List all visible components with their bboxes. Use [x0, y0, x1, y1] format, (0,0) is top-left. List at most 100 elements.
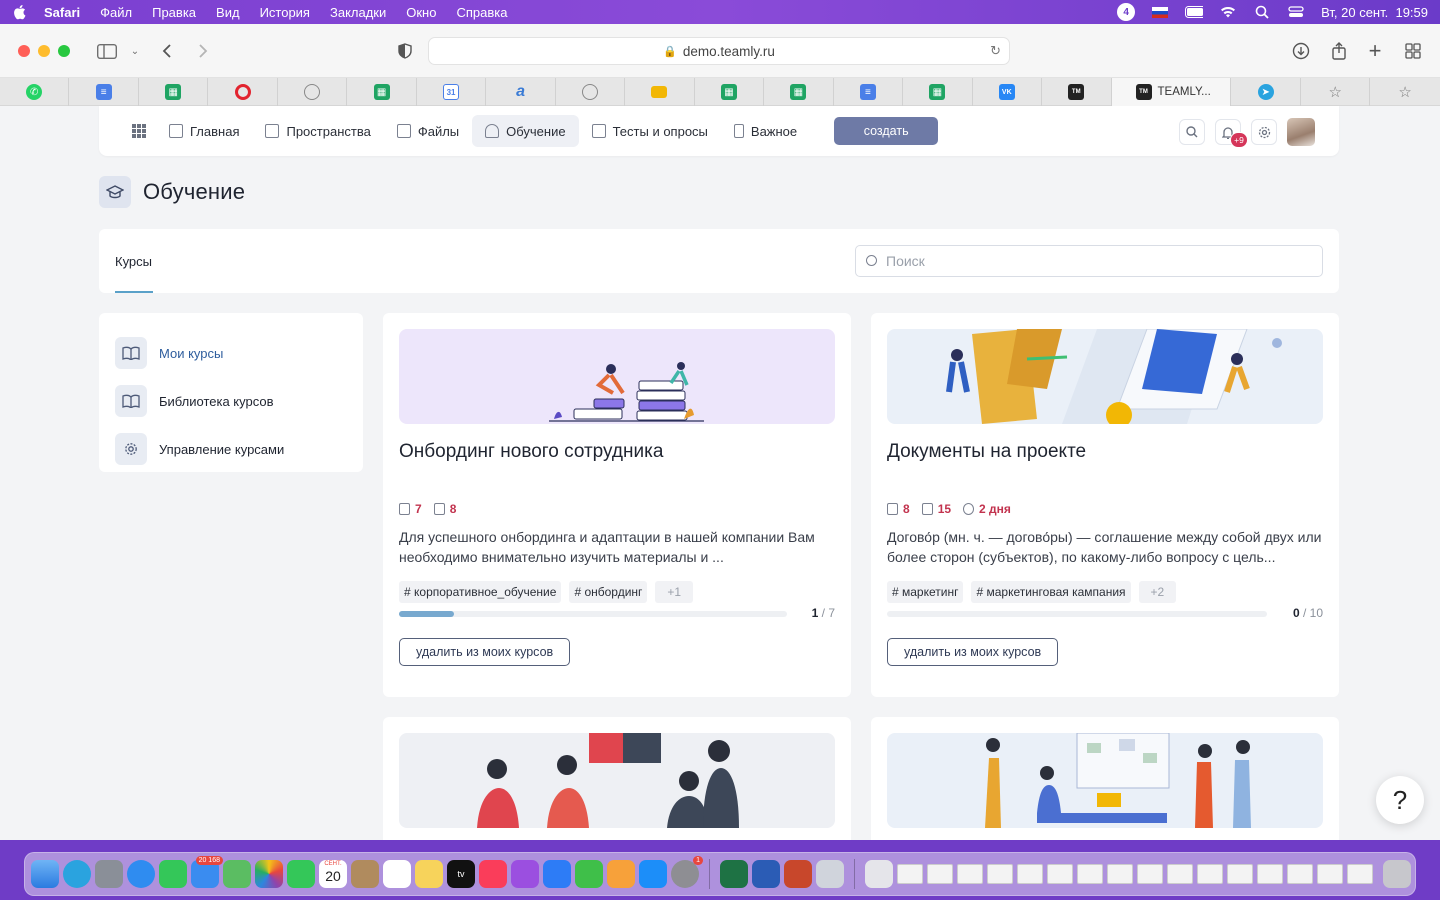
tab-teamly-active[interactable]: TM TEAMLY... — [1111, 78, 1232, 106]
safari-icon[interactable] — [127, 860, 155, 888]
tab-google-docs-2[interactable]: ≡ — [834, 78, 904, 106]
tab-teamly[interactable]: TM — [1042, 78, 1112, 106]
wifi-icon[interactable] — [1219, 5, 1237, 19]
maps-icon[interactable] — [223, 860, 251, 888]
menubar-help[interactable]: Справка — [456, 5, 507, 20]
course-title[interactable]: Документы на проекте — [887, 441, 1086, 463]
minimized-window[interactable] — [1107, 864, 1133, 884]
minimized-window[interactable] — [897, 864, 923, 884]
pages-icon[interactable] — [607, 860, 635, 888]
powerpoint-icon[interactable] — [784, 860, 812, 888]
tag[interactable]: # маркетинговая кампания — [971, 581, 1131, 603]
reload-icon[interactable]: ↻ — [990, 43, 1001, 59]
course-card[interactable]: Онбординг нового сотрудника 7 8 Для успе… — [383, 313, 851, 697]
music-icon[interactable] — [479, 860, 507, 888]
keynote-icon[interactable] — [543, 860, 571, 888]
tab-compass-2[interactable] — [556, 78, 626, 106]
search-button[interactable] — [1179, 119, 1205, 145]
minimized-window[interactable] — [1347, 864, 1373, 884]
minimize-window-button[interactable] — [38, 44, 50, 57]
battery-icon[interactable] — [1185, 5, 1204, 19]
create-button[interactable]: создать — [834, 117, 939, 145]
menubar-app-name[interactable]: Safari — [44, 5, 80, 20]
nav-files[interactable]: Файлы — [384, 115, 472, 147]
menubar-edit[interactable]: Правка — [152, 5, 196, 20]
address-bar[interactable]: 🔒 demo.teamly.ru ↻ — [428, 37, 1010, 65]
tab-google-sheets-2[interactable]: ▦ — [347, 78, 417, 106]
forward-icon[interactable] — [192, 41, 214, 61]
minimized-window[interactable] — [1287, 864, 1313, 884]
word-icon[interactable] — [752, 860, 780, 888]
menubar-datetime[interactable]: Вт, 20 сент. 19:59 — [1321, 5, 1428, 20]
system-settings-icon[interactable]: 1 — [671, 856, 703, 888]
tag[interactable]: # корпоративное_обучение — [399, 581, 562, 603]
menubar-view[interactable]: Вид — [216, 5, 240, 20]
sidebar-item-my-courses[interactable]: Мои курсы — [99, 329, 363, 377]
new-tab-icon[interactable]: + — [1364, 38, 1386, 63]
tab-telegram[interactable]: ➤ — [1231, 78, 1301, 106]
minimized-window[interactable] — [1017, 864, 1043, 884]
tab-google-sheets-3[interactable]: ▦ — [695, 78, 765, 106]
facetime-icon[interactable] — [287, 860, 315, 888]
minimized-window[interactable] — [1227, 864, 1253, 884]
launchpad-icon[interactable] — [95, 860, 123, 888]
remove-from-my-courses-button[interactable]: удалить из моих курсов — [887, 638, 1059, 666]
trash-icon[interactable] — [1383, 860, 1411, 888]
minimized-window[interactable] — [1047, 864, 1073, 884]
calendar-icon[interactable]: СЕНТ. 20 — [319, 860, 347, 888]
tag[interactable]: # онбординг — [569, 581, 648, 603]
minimized-window[interactable] — [1257, 864, 1283, 884]
close-window-button[interactable] — [18, 44, 30, 57]
tab-compass[interactable] — [278, 78, 348, 106]
tab-courses[interactable]: Курсы — [115, 254, 152, 269]
privacy-shield-icon[interactable] — [394, 41, 416, 61]
settings-button[interactable] — [1251, 119, 1277, 145]
minimized-window[interactable] — [1167, 864, 1193, 884]
nav-important[interactable]: Важное — [721, 115, 810, 147]
nav-tests[interactable]: Тесты и опросы — [579, 115, 721, 147]
app-store-icon[interactable] — [639, 860, 667, 888]
mail-icon[interactable]: 20 168 — [191, 856, 223, 888]
finder-icon[interactable] — [31, 860, 59, 888]
more-tags[interactable]: +2 — [1138, 581, 1177, 603]
menubar-file[interactable]: Файл — [100, 5, 132, 20]
tag[interactable]: # маркетинг — [887, 581, 964, 603]
tab-gmail[interactable] — [625, 78, 695, 106]
numbers-icon[interactable] — [575, 860, 603, 888]
documents-folder-icon[interactable] — [865, 860, 893, 888]
tab-google-docs[interactable]: ≡ — [69, 78, 139, 106]
downloads-icon[interactable] — [1290, 41, 1312, 61]
nav-spaces[interactable]: Пространства — [252, 115, 383, 147]
course-card[interactable] — [383, 717, 851, 840]
notification-center-icon[interactable]: 4 — [1117, 3, 1136, 21]
nav-learning[interactable]: Обучение — [472, 115, 579, 147]
contacts-icon[interactable] — [351, 860, 379, 888]
tab-google-sheets-4[interactable]: ▦ — [764, 78, 834, 106]
menubar-bookmarks[interactable]: Закладки — [330, 5, 386, 20]
minimized-window[interactable] — [927, 864, 953, 884]
tab-google-calendar[interactable]: 31 — [417, 78, 487, 106]
tab-overview-icon[interactable] — [1402, 41, 1424, 61]
tab-opera[interactable] — [208, 78, 278, 106]
more-tags[interactable]: +1 — [655, 581, 694, 603]
menubar-history[interactable]: История — [260, 5, 310, 20]
notes-icon[interactable] — [415, 860, 443, 888]
search-input[interactable]: Поиск — [855, 245, 1323, 277]
course-card[interactable] — [871, 717, 1339, 840]
menubar-window[interactable]: Окно — [406, 5, 436, 20]
sidebar-chevron-down-icon[interactable]: ⌄ — [124, 41, 146, 61]
photos-icon[interactable] — [255, 860, 283, 888]
tab-whatsapp[interactable]: ✆ — [0, 78, 70, 106]
minimized-window[interactable] — [1197, 864, 1223, 884]
notifications-button[interactable]: +9 — [1215, 119, 1248, 148]
remove-from-my-courses-button[interactable]: удалить из моих курсов — [399, 638, 571, 666]
preview-icon[interactable] — [816, 860, 844, 888]
tab-bookmark-star-2[interactable]: ☆ — [1370, 78, 1439, 106]
minimized-window[interactable] — [1137, 864, 1163, 884]
user-avatar[interactable] — [1287, 118, 1315, 146]
sidebar-item-manage[interactable]: Управление курсами — [99, 425, 363, 473]
help-button[interactable]: ? — [1376, 776, 1424, 824]
tab-google-sheets-5[interactable]: ▦ — [903, 78, 973, 106]
apple-logo-icon[interactable] — [12, 4, 26, 20]
minimized-window[interactable] — [1317, 864, 1343, 884]
